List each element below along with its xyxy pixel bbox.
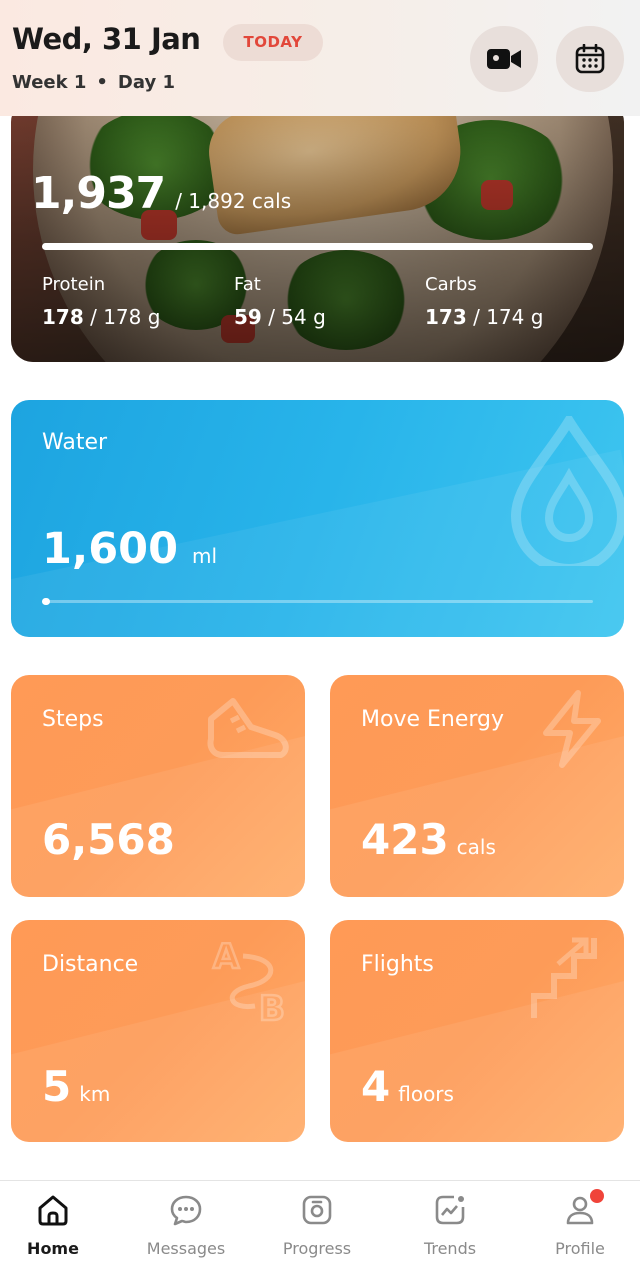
nav-profile[interactable]: Profile [520,1189,640,1258]
macro-value: 173 / 174 g [425,305,544,329]
calendar-icon [575,44,605,74]
distance-value: 5 km [42,1062,111,1111]
top-header: Wed, 31 Jan TODAY Week 1 • Day 1 [0,0,640,116]
move-energy-title: Move Energy [361,707,505,732]
water-card[interactable]: Water 1,600 ml [11,400,624,637]
video-camera-icon [487,49,521,69]
trend-chart-icon [435,1195,465,1225]
distance-card[interactable]: A B Distance 5 km [11,920,305,1142]
flights-card[interactable]: Flights 4 floors [330,920,624,1142]
home-icon [38,1195,68,1226]
steps-title: Steps [42,707,104,732]
shoe-icon [207,698,289,758]
a-to-b-icon: A B [212,936,286,1024]
calendar-button[interactable] [556,26,624,92]
notification-dot [590,1189,604,1203]
bottom-nav: Home Messages Progress Trends Profile [0,1180,640,1273]
move-energy-value: 423 cals [361,815,496,864]
macro-label: Fat [234,274,261,295]
calories-target: / 1,892 cals [175,189,292,213]
separator-dot: • [96,72,108,93]
nav-label: Progress [282,1239,352,1258]
steps-card[interactable]: Steps 6,568 [11,675,305,897]
nav-home[interactable]: Home [0,1193,113,1258]
flights-title: Flights [361,952,434,977]
water-progress-bar [42,598,593,605]
macro-label: Carbs [425,274,477,295]
macro-value: 178 / 178 g [42,305,161,329]
move-energy-card[interactable]: Move Energy 423 cals [330,675,624,897]
svg-text:B: B [259,989,285,1024]
week-label: Week 1 [12,72,87,93]
calories-eaten: 1,937 [31,168,166,219]
lightning-icon [543,690,601,768]
flights-value: 4 floors [361,1062,454,1111]
nav-progress[interactable]: Progress [257,1193,377,1258]
macro-value: 59 / 54 g [234,305,326,329]
date-title: Wed, 31 Jan [12,22,201,56]
calories-summary: 1,937 / 1,892 cals [31,168,291,219]
chat-bubble-icon [170,1195,202,1226]
today-button[interactable]: TODAY [223,24,323,61]
steps-value: 6,568 [42,815,175,864]
calories-progress-bar [42,243,593,250]
nav-trends[interactable]: Trends [390,1193,510,1258]
water-progress-fill [42,598,50,605]
water-value: 1,600 ml [42,524,218,574]
stairs-icon [531,937,597,1018]
macro-label: Protein [42,274,106,295]
nav-messages[interactable]: Messages [126,1193,246,1258]
macro-protein: Protein 178 / 178 g [42,274,160,329]
macro-fat: Fat 59 / 54 g [234,274,326,329]
nav-label: Profile [555,1239,605,1258]
water-drop-icon [510,416,624,566]
nav-label: Home [27,1239,79,1258]
day-label: Day 1 [117,72,175,93]
water-title: Water [42,430,108,455]
week-day-label: Week 1 • Day 1 [12,72,175,93]
video-call-button[interactable] [470,26,538,92]
distance-title: Distance [42,952,139,977]
scale-icon [302,1195,332,1225]
macro-carbs: Carbs 173 / 174 g [425,274,543,329]
nav-label: Messages [146,1239,226,1258]
nav-label: Trends [423,1239,477,1258]
svg-text:A: A [213,937,240,977]
